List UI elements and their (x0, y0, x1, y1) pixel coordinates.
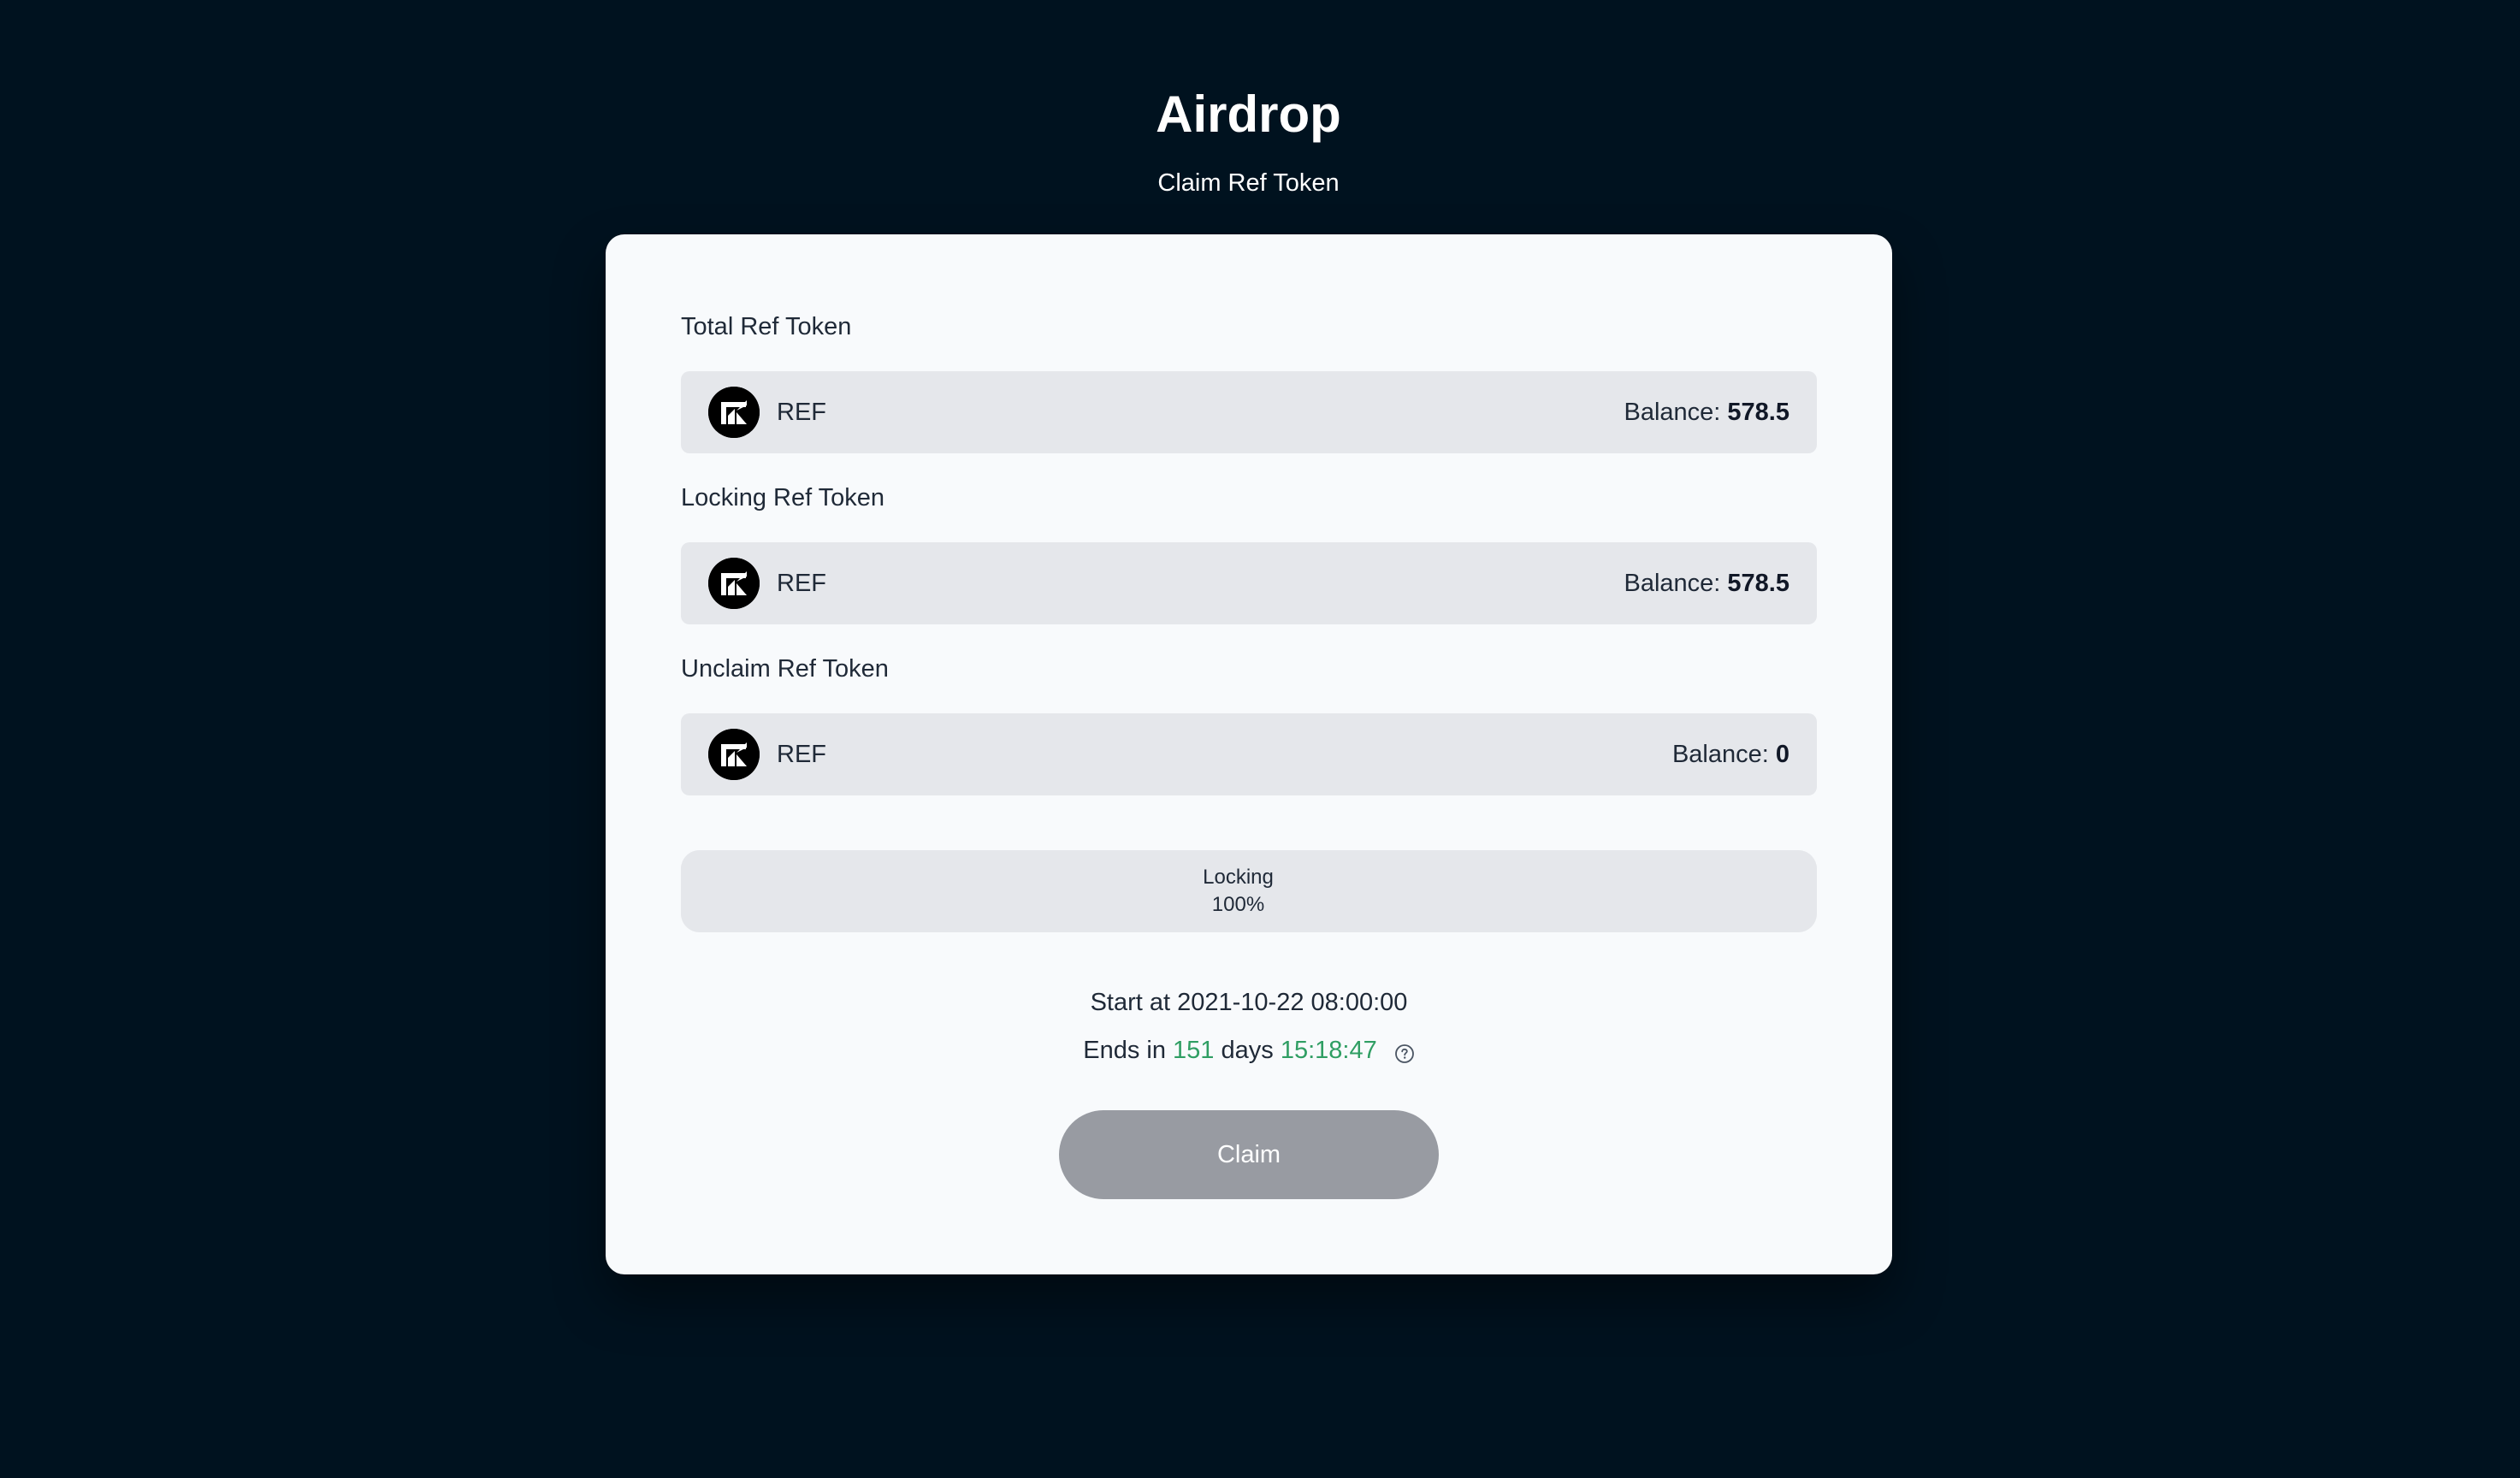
page-title: Airdrop (1156, 86, 1341, 143)
token-symbol: REF (777, 741, 826, 768)
balance-text: Balance: 578.5 (1624, 570, 1790, 597)
start-time-line: Start at 2021-10-22 08:00:00 (606, 985, 1892, 1020)
token-symbol: REF (777, 399, 826, 426)
airdrop-page: Airdrop Claim Ref Token Total Ref Token … (0, 0, 2520, 1478)
locking-ref-token-row: REF Balance: 578.5 (681, 542, 1817, 624)
balance-amount: 578.5 (1727, 399, 1789, 426)
time-remaining: 15:18:47 (1280, 1037, 1377, 1064)
ref-token-icon (708, 729, 760, 780)
balance-amount: 0 (1775, 741, 1789, 768)
ends-prefix: Ends in (1083, 1037, 1166, 1064)
progress-percent: 100% (1211, 893, 1265, 916)
balance-text: Balance: 578.5 (1624, 399, 1790, 426)
progress-label: Locking (1203, 866, 1274, 889)
progress-text: Locking 100% (681, 864, 1795, 919)
question-circle-icon[interactable] (1394, 1039, 1415, 1064)
days-word: days (1221, 1037, 1274, 1064)
ref-token-icon (708, 387, 760, 438)
token-symbol: REF (777, 570, 826, 597)
days-remaining: 151 (1173, 1037, 1215, 1064)
locking-progress-bar: Locking 100% (681, 850, 1817, 932)
start-prefix: Start at (1090, 989, 1171, 1016)
unclaim-ref-token-row: REF Balance: 0 (681, 713, 1817, 795)
total-ref-token-label: Total Ref Token (681, 313, 852, 340)
unclaim-ref-token-label: Unclaim Ref Token (681, 655, 889, 683)
balance-text: Balance: 0 (1671, 741, 1789, 768)
total-ref-token-row: REF Balance: 578.5 (681, 371, 1817, 453)
airdrop-card: Total Ref Token REF Balance: 578.5 Locki… (606, 234, 1892, 1274)
page-subtitle: Claim Ref Token (1157, 169, 1340, 197)
locking-ref-token-label: Locking Ref Token (681, 484, 885, 511)
ref-token-icon (708, 558, 760, 609)
balance-amount: 578.5 (1727, 570, 1789, 597)
start-time: 2021-10-22 08:00:00 (1177, 989, 1408, 1016)
countdown-line: Ends in 151 days 15:18:47 (606, 1033, 1892, 1067)
claim-button[interactable]: Claim (1059, 1110, 1439, 1199)
